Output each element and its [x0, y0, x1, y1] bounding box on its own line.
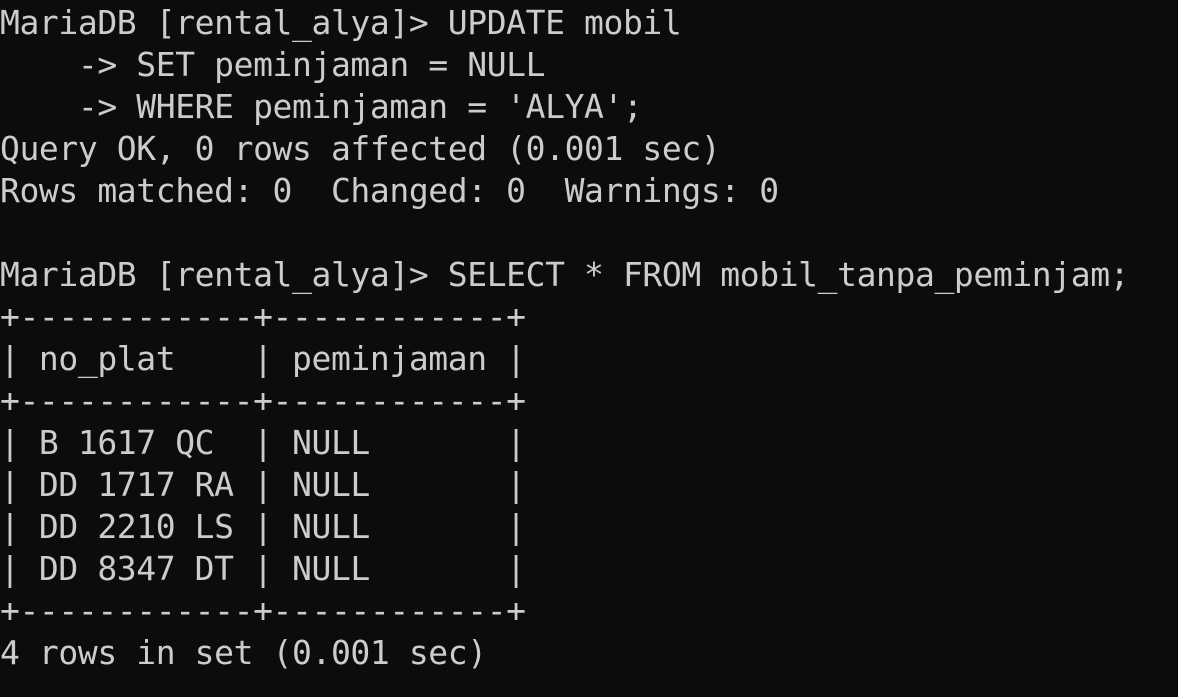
table-row: | B 1617 QC | NULL | — [0, 423, 526, 462]
table-border-bottom: +------------+------------+ — [0, 591, 526, 630]
table-border-header: +------------+------------+ — [0, 381, 526, 420]
table-header-row: | no_plat | peminjaman | — [0, 339, 526, 378]
rows-matched-line: Rows matched: 0 Changed: 0 Warnings: 0 — [0, 171, 779, 210]
terminal-window[interactable]: MariaDB [rental_alya]> UPDATE mobil -> S… — [0, 0, 1178, 697]
table-border-top: +------------+------------+ — [0, 297, 526, 336]
query-ok-line: Query OK, 0 rows affected (0.001 sec) — [0, 129, 721, 168]
continuation-where-line: -> WHERE peminjaman = 'ALYA'; — [0, 87, 643, 126]
table-row: | DD 1717 RA | NULL | — [0, 465, 526, 504]
table-row: | DD 8347 DT | NULL | — [0, 549, 526, 588]
rows-in-set-line: 4 rows in set (0.001 sec) — [0, 633, 487, 672]
prompt-update-line: MariaDB [rental_alya]> UPDATE mobil — [0, 3, 682, 42]
table-row: | DD 2210 LS | NULL | — [0, 507, 526, 546]
continuation-set-line: -> SET peminjaman = NULL — [0, 45, 546, 84]
prompt-select-line: MariaDB [rental_alya]> SELECT * FROM mob… — [0, 255, 1130, 294]
